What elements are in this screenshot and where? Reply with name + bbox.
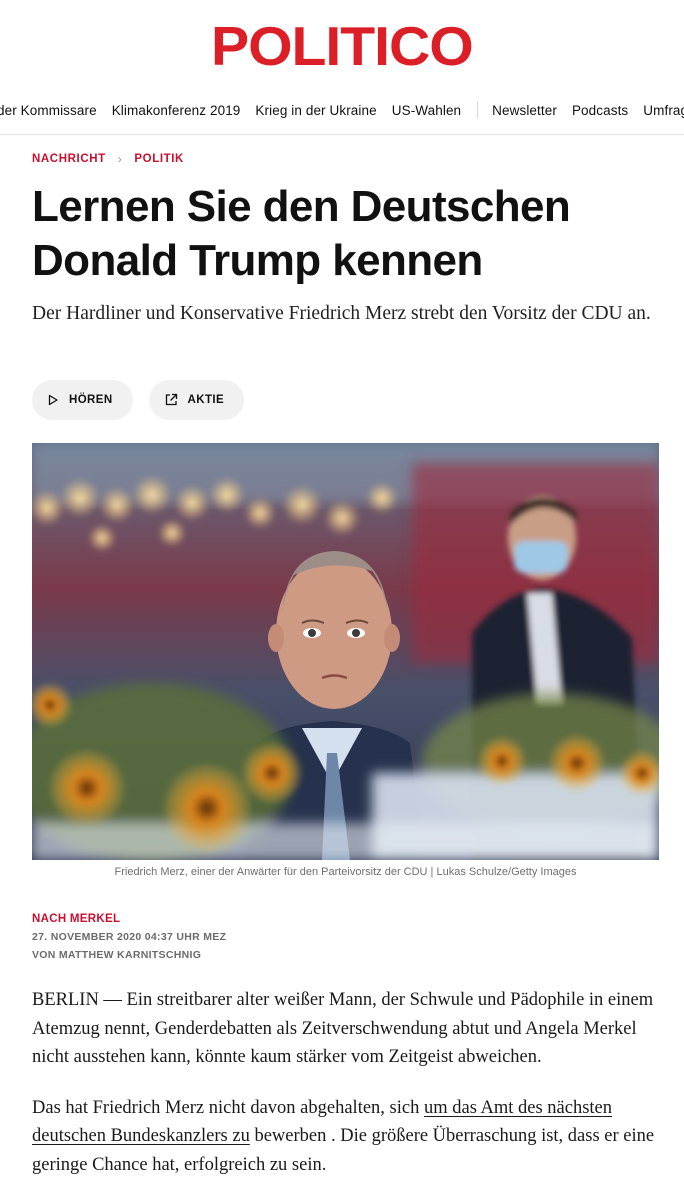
nav-item-ukraine[interactable]: Krieg in der Ukraine bbox=[255, 103, 376, 118]
nav-item-us-wahlen[interactable]: US-Wahlen bbox=[392, 103, 461, 118]
paragraph-2-text: Das hat Friedrich Merz nicht davon abgeh… bbox=[32, 1097, 424, 1118]
hero-photo bbox=[32, 443, 659, 860]
share-button-label: AKTIE bbox=[187, 394, 225, 406]
breadcrumb-section[interactable]: NACHRICHT bbox=[32, 153, 106, 165]
listen-button[interactable]: HÖREN bbox=[32, 380, 133, 420]
top-nav: der Kommissare Klimakonferenz 2019 Krieg… bbox=[0, 86, 684, 135]
article-body: BERLIN — Ein streitbarer alter weißer Ma… bbox=[32, 986, 660, 1201]
site-header: POLITICO der Kommissare Klimakonferenz 2… bbox=[0, 0, 684, 135]
nav-item-umfrage[interactable]: Umfrage bbox=[643, 103, 684, 118]
hero-image bbox=[32, 443, 659, 860]
image-caption: Friedrich Merz, einer der Anwärter für d… bbox=[114, 866, 577, 878]
article-dek: Der Hardliner und Konservative Friedrich… bbox=[32, 303, 651, 324]
share-icon bbox=[165, 393, 177, 406]
article-headline: Lernen Sie den Deutschen Donald Trump ke… bbox=[32, 182, 571, 285]
nav-item-klimakonferenz[interactable]: Klimakonferenz 2019 bbox=[112, 103, 241, 118]
chevron-right-icon: › bbox=[117, 152, 123, 166]
article-byline: VON MATTHEW KARNITSCHNIG bbox=[32, 949, 202, 961]
nav-item-kommissare[interactable]: der Kommissare bbox=[0, 103, 97, 118]
share-button[interactable]: AKTIE bbox=[148, 380, 245, 420]
paragraph-1: BERLIN — Ein streitbarer alter weißer Ma… bbox=[32, 990, 654, 1067]
breadcrumb: NACHRICHT › POLITIK bbox=[32, 152, 184, 166]
listen-button-label: HÖREN bbox=[69, 394, 113, 406]
breadcrumb-subsection[interactable]: POLITIK bbox=[134, 153, 184, 165]
politico-logo[interactable]: POLITICO bbox=[211, 18, 474, 74]
nav-divider bbox=[477, 101, 479, 119]
play-icon bbox=[48, 394, 58, 406]
article-actions: HÖREN AKTIE bbox=[32, 380, 245, 420]
article-meta: NACH MERKEL 27. NOVEMBER 2020 04:37 UHR … bbox=[32, 913, 226, 967]
article-kicker[interactable]: NACH MERKEL bbox=[32, 913, 226, 925]
paragraph-2: Das hat Friedrich Merz nicht davon abgeh… bbox=[32, 1094, 660, 1180]
nav-item-newsletter[interactable]: Newsletter bbox=[492, 103, 557, 118]
article-date: 27. NOVEMBER 2020 04:37 UHR MEZ bbox=[32, 931, 227, 943]
nav-item-podcasts[interactable]: Podcasts bbox=[572, 103, 628, 118]
logo-container: POLITICO bbox=[0, 0, 684, 86]
